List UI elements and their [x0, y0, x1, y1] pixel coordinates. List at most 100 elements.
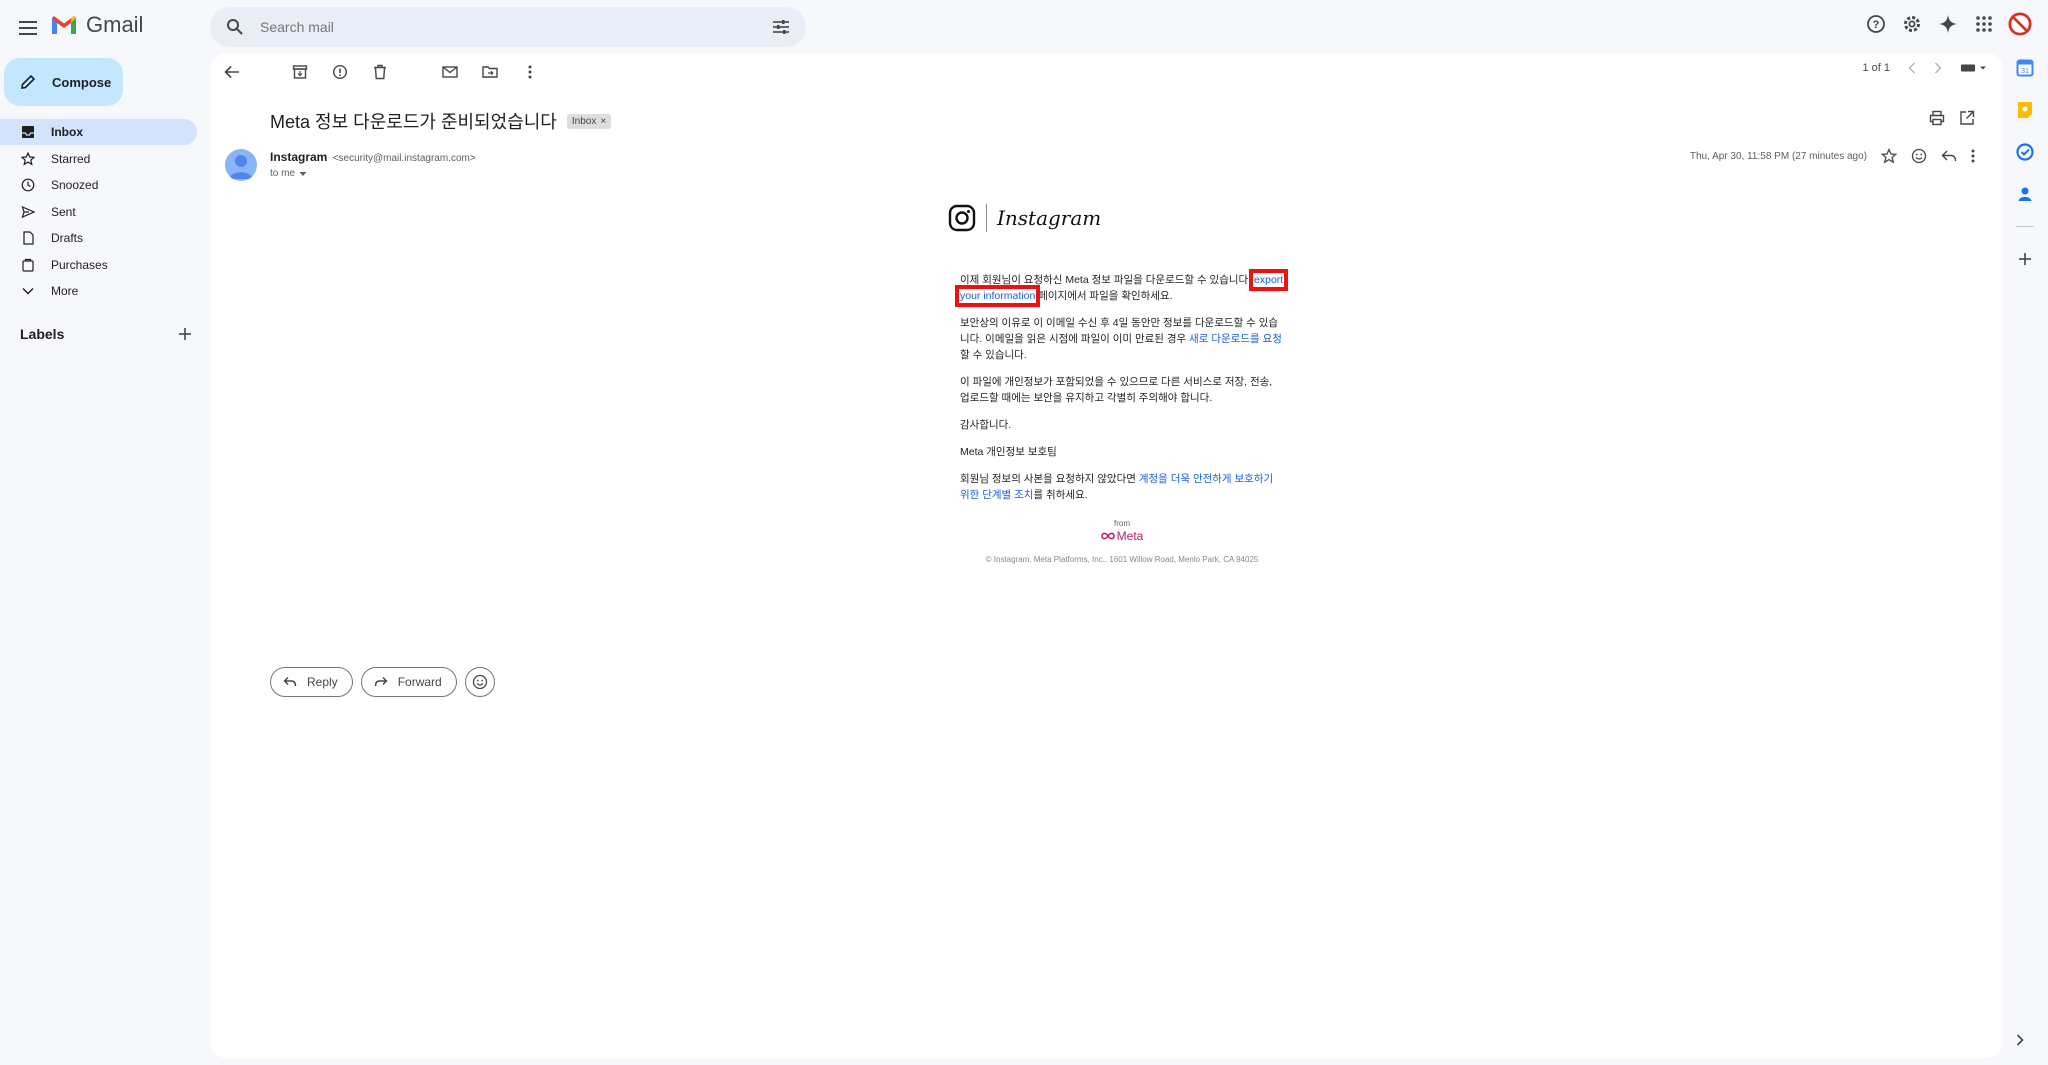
settings-gear-icon[interactable]: [1900, 12, 1924, 36]
search-bar[interactable]: [210, 7, 806, 47]
export-link-part-1[interactable]: export: [1248, 269, 1289, 291]
emoji-react-icon[interactable]: [1911, 148, 1927, 164]
from-label: from: [1114, 519, 1130, 528]
expand-side-panel-icon[interactable]: [2016, 1034, 2024, 1046]
sidebar-item-label: Sent: [51, 204, 76, 219]
clock-icon: [20, 177, 36, 193]
sidebar-nav: Inbox Starred Snoozed Sent Drafts Purcha…: [0, 119, 200, 305]
main-menu-button[interactable]: [14, 14, 42, 42]
reply-icon[interactable]: [1941, 149, 1957, 163]
contacts-icon[interactable]: [2015, 184, 2035, 204]
tasks-icon[interactable]: [2015, 142, 2035, 162]
draft-icon: [20, 230, 36, 246]
search-options-icon[interactable]: [772, 19, 790, 35]
emoji-icon: [472, 674, 487, 690]
sidebar-item-purchases[interactable]: Purchases: [0, 252, 197, 278]
next-chevron-icon[interactable]: [1934, 62, 1942, 74]
star-icon[interactable]: [1881, 148, 1897, 164]
paragraph-4: 감사합니다.: [960, 419, 1012, 431]
recipient-details[interactable]: to me: [270, 168, 307, 179]
p6-text: 회원님 정보의 사본을 요청하지 않았다면: [960, 473, 1139, 485]
sender-line: Instagram <security@mail.instagram.com>: [270, 150, 476, 164]
forward-icon: [374, 677, 388, 687]
paragraph-1: 이제 회원님이 요청하신 Meta 정보 파일을 다운로드할 수 있습니다. e…: [954, 269, 1289, 307]
top-actions: ?: [1864, 12, 2032, 36]
meta-logo: Meta: [960, 529, 1284, 543]
input-tools-icon[interactable]: [1960, 62, 1988, 74]
gmail-logo[interactable]: Gmail: [50, 12, 143, 38]
prev-chevron-icon[interactable]: [1908, 62, 1916, 74]
gemini-sparkle-icon[interactable]: [1936, 12, 1960, 36]
export-link-part-2[interactable]: your information: [954, 285, 1041, 307]
reply-icon: [283, 677, 297, 687]
sidebar-item-starred[interactable]: Starred: [0, 146, 197, 172]
sidebar-item-more[interactable]: More: [0, 278, 197, 304]
add-label-button[interactable]: [178, 327, 192, 341]
send-icon: [20, 204, 36, 220]
sidebar-item-label: Starred: [51, 151, 91, 166]
sender-email: <security@mail.instagram.com>: [332, 153, 476, 164]
plus-icon: [179, 328, 191, 340]
purchases-icon: [20, 257, 36, 273]
request-download-link[interactable]: 새로 다운로드를 요청: [1189, 333, 1282, 345]
instagram-header: Instagram: [948, 204, 1284, 232]
sidebar-item-drafts[interactable]: Drafts: [0, 225, 197, 251]
help-icon[interactable]: ?: [1864, 12, 1888, 36]
search-input[interactable]: [260, 19, 772, 35]
chevron-down-icon: [20, 283, 36, 299]
sidebar-item-snoozed[interactable]: Snoozed: [0, 172, 197, 198]
keep-icon[interactable]: [2015, 100, 2035, 120]
gmail-m-icon: [52, 16, 76, 34]
email-body: 이제 회원님이 요청하신 Meta 정보 파일을 다운로드할 수 있습니다. e…: [954, 269, 1289, 503]
search-icon[interactable]: [226, 18, 244, 36]
paragraph-6: 회원님 정보의 사본을 요청하지 않았다면 계정을 더욱 안전하게 보호하기 위…: [960, 471, 1284, 503]
p1-text: 이제 회원님이 요청하신 Meta 정보 파일을 다운로드할 수 있습니다.: [960, 274, 1255, 286]
more-vert-icon[interactable]: [520, 62, 540, 82]
sidebar-item-label: More: [51, 284, 79, 298]
report-spam-icon[interactable]: [330, 62, 350, 82]
sender-name[interactable]: Instagram: [270, 150, 327, 164]
sidebar-item-sent[interactable]: Sent: [0, 199, 197, 225]
forward-button[interactable]: Forward: [360, 667, 457, 697]
move-to-icon[interactable]: [480, 62, 500, 82]
compose-button[interactable]: Compose: [4, 58, 123, 106]
archive-icon[interactable]: [290, 62, 310, 82]
paragraph-2: 보안상의 이유로 이 이메일 수신 후 4일 동안만 정보를 다운로드할 수 있…: [960, 315, 1284, 363]
emoji-reaction-button[interactable]: [464, 667, 495, 697]
app-name: Gmail: [86, 12, 144, 37]
account-avatar-icon[interactable]: [2008, 12, 2032, 36]
paragraph-3: 이 파일에 개인정보가 포함되었을 수 있으므로 다른 서비스로 저장, 전송,…: [960, 376, 1273, 404]
meta-infinity-icon: [1100, 532, 1115, 540]
open-new-window-icon[interactable]: [1959, 110, 1975, 126]
add-addon-icon[interactable]: [2015, 249, 2035, 269]
person-icon: [229, 155, 253, 179]
inbox-label-badge: Inbox ×: [566, 113, 612, 129]
caret-down-icon: [299, 171, 307, 176]
meta-wordmark: Meta: [1116, 529, 1144, 543]
subject-row: Meta 정보 다운로드가 준비되었습니다 Inbox ×: [270, 108, 612, 134]
pager: 1 of 1: [1862, 62, 1988, 74]
reply-button[interactable]: Reply: [270, 667, 353, 697]
instagram-wordmark: Instagram: [997, 206, 1102, 230]
mark-unread-icon[interactable]: [440, 62, 460, 82]
calendar-icon[interactable]: 31: [2015, 58, 2035, 78]
apps-grid-icon[interactable]: [1972, 12, 1996, 36]
pager-count: 1 of 1: [1862, 62, 1890, 74]
remove-label-icon[interactable]: ×: [600, 116, 606, 127]
recipient-label: to me: [270, 168, 296, 179]
sidebar-item-inbox[interactable]: Inbox: [0, 119, 197, 145]
back-arrow-icon[interactable]: [222, 62, 242, 82]
more-vert-icon[interactable]: [1971, 149, 1975, 163]
copyright-footer: © Instagram. Meta Platforms, Inc., 1601 …: [985, 555, 1259, 564]
print-icon[interactable]: [1929, 110, 1945, 126]
email-content: Instagram 이제 회원님이 요청하신 Meta 정보 파일을 다운로드할…: [948, 204, 1289, 564]
trash-icon[interactable]: [370, 62, 390, 82]
reply-actions: Reply Forward: [270, 667, 495, 697]
sender-avatar[interactable]: [225, 149, 257, 181]
message-date: Thu, Apr 30, 11:58 PM (27 minutes ago): [1689, 150, 1867, 162]
compose-label: Compose: [52, 74, 112, 90]
inbox-icon: [20, 124, 36, 140]
svg-text:?: ?: [1873, 19, 1880, 31]
labels-title: Labels: [20, 326, 65, 342]
p2-text-after: 할 수 있습니다.: [960, 349, 1027, 361]
